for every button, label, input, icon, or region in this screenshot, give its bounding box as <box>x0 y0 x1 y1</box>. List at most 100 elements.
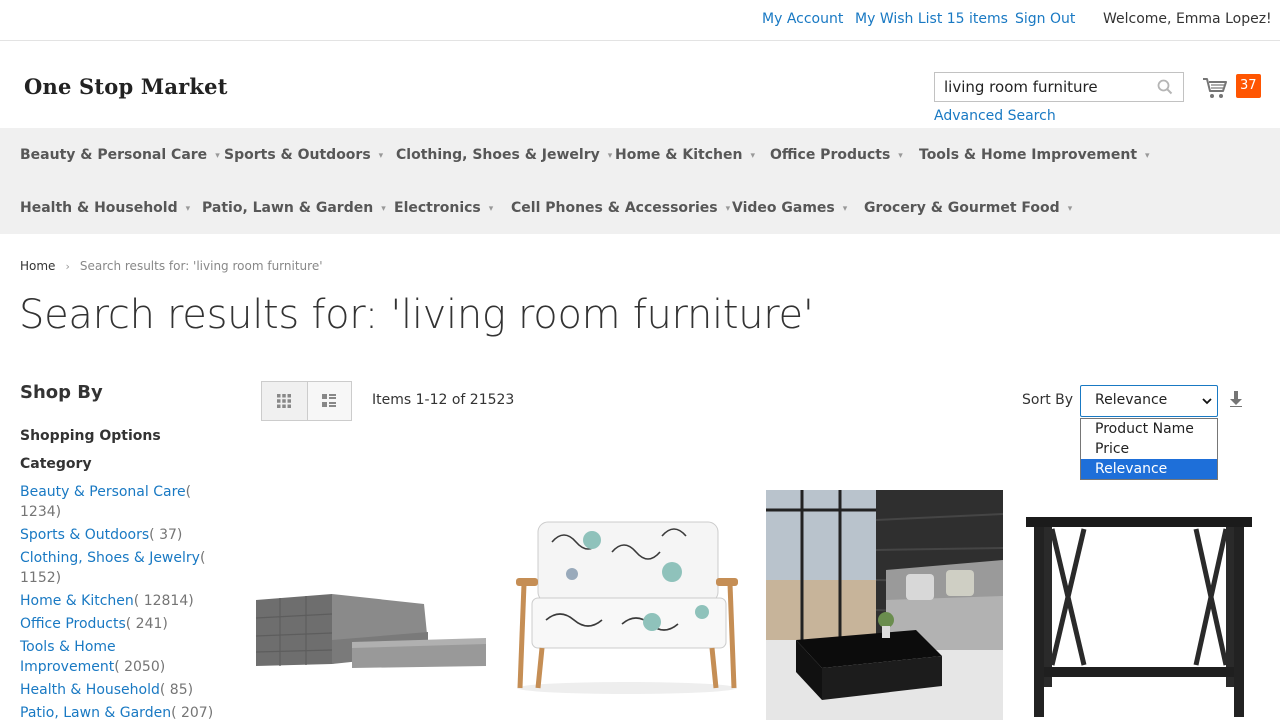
nav-item-office[interactable]: Office Products ▾ <box>770 147 903 163</box>
category-filter-list: Beauty & Personal Care( 1234) Sports & O… <box>20 482 220 720</box>
nav-label: Clothing, Shoes & Jewelry <box>396 147 600 163</box>
nav-label: Office Products <box>770 147 891 163</box>
category-filter-link[interactable]: Beauty & Personal Care <box>20 484 186 500</box>
product-image-loveseat[interactable] <box>512 512 742 696</box>
nav-label: Beauty & Personal Care <box>20 147 208 163</box>
toolbar-amount: Items 1-12 of 21523 <box>372 392 515 408</box>
sort-selected-value: Relevance <box>1095 392 1168 408</box>
nav-label: Cell Phones & Accessories <box>511 200 718 216</box>
nav-item-beauty[interactable]: Beauty & Personal Care ▾ <box>20 147 220 163</box>
chevron-down-icon: ▾ <box>215 151 220 161</box>
category-filter-item: Home & Kitchen( 12814) <box>20 591 220 611</box>
category-filter-item: Office Products( 241) <box>20 614 220 634</box>
category-filter-item: Tools & Home Improvement( 2050) <box>20 637 170 677</box>
chevron-down-icon: ▾ <box>607 151 613 161</box>
sort-option-relevance[interactable]: Relevance <box>1081 459 1217 479</box>
category-filter-link[interactable]: Health & Household <box>20 682 160 698</box>
category-filter-link[interactable]: Home & Kitchen <box>20 593 134 609</box>
breadcrumb: Home › Search results for: 'living room fu… <box>20 259 323 273</box>
chevron-down-icon: ▾ <box>1067 204 1073 214</box>
search-input[interactable] <box>935 73 1155 101</box>
product-image-coffee-table[interactable] <box>766 490 1003 720</box>
nav-item-grocery[interactable]: Grocery & Gourmet Food ▾ <box>864 200 1072 216</box>
category-filter-item: Patio, Lawn & Garden( 207) <box>20 703 220 720</box>
grid-view-button[interactable] <box>262 382 307 420</box>
category-count: ( 2050) <box>114 659 166 675</box>
nav-label: Health & Household <box>20 200 178 216</box>
sort-direction-icon[interactable] <box>1229 391 1243 407</box>
category-filter-item: Sports & Outdoors( 37) <box>20 525 220 545</box>
nav-item-video-games[interactable]: Video Games ▾ <box>732 200 847 216</box>
nav-item-patio[interactable]: Patio, Lawn & Garden ▾ <box>202 200 386 216</box>
chevron-down-icon: ▾ <box>1145 151 1150 161</box>
chevron-down-icon: ▾ <box>185 204 191 214</box>
chevron-down-icon: ▾ <box>898 151 903 161</box>
category-filter-link[interactable]: Office Products <box>20 616 126 632</box>
list-view-button[interactable] <box>306 382 351 420</box>
nav-item-sports[interactable]: Sports & Outdoors ▾ <box>224 147 383 163</box>
shop-by-title: Shop By <box>20 382 103 403</box>
grid-icon <box>277 394 292 408</box>
chevron-down-icon: ▾ <box>378 151 384 161</box>
sort-option-price[interactable]: Price <box>1081 439 1217 459</box>
welcome-message: Welcome, Emma Lopez! <box>1103 11 1272 27</box>
nav-item-home-kitchen[interactable]: Home & Kitchen ▾ <box>615 147 755 163</box>
nav-item-electronics[interactable]: Electronics ▾ <box>394 200 493 216</box>
nav-label: Electronics <box>394 200 481 216</box>
nav-label: Home & Kitchen <box>615 147 743 163</box>
category-filter-link[interactable]: Clothing, Shoes & Jewelry <box>20 550 200 566</box>
nav-item-tools[interactable]: Tools & Home Improvement ▾ <box>919 147 1150 163</box>
my-account-link[interactable]: My Account <box>762 11 843 27</box>
nav-label: Sports & Outdoors <box>224 147 371 163</box>
category-count: ( 12814) <box>133 593 194 609</box>
category-filter-item: Beauty & Personal Care( 1234) <box>20 482 220 522</box>
nav-label: Patio, Lawn & Garden <box>202 200 374 216</box>
view-mode-switch <box>261 381 352 421</box>
chevron-down-icon: ▾ <box>725 204 731 214</box>
nav-label: Video Games <box>732 200 835 216</box>
sort-options-dropdown: Product Name Price Relevance <box>1080 418 1218 480</box>
chevron-down-icon: ▾ <box>381 204 386 214</box>
category-filter-title[interactable]: Category <box>20 456 92 472</box>
category-count: ( 37) <box>149 527 183 543</box>
chevron-down-icon: ▾ <box>750 151 755 161</box>
product-image-console-table[interactable] <box>1026 515 1254 720</box>
category-filter-item: Health & Household( 85) <box>20 680 220 700</box>
page-title: Search results for: 'living room furnitu… <box>19 292 814 338</box>
nav-item-cell-phones[interactable]: Cell Phones & Accessories ▾ <box>511 200 730 216</box>
sort-by-label: Sort By <box>1022 392 1074 408</box>
category-count: ( 241) <box>125 616 168 632</box>
chevron-down-icon: ▾ <box>488 204 494 214</box>
nav-label: Tools & Home Improvement <box>919 147 1138 163</box>
category-filter-link[interactable]: Sports & Outdoors <box>20 527 149 543</box>
category-count: ( 85) <box>159 682 194 698</box>
chevron-right-icon: › <box>65 260 70 273</box>
chevron-down-icon <box>1202 398 1212 405</box>
top-bar: My Account My Wish List 15 items Sign Ou… <box>0 0 1280 41</box>
list-icon <box>322 394 337 407</box>
cart-count-badge: 37 <box>1236 74 1261 98</box>
product-image-daybed[interactable] <box>252 560 488 680</box>
breadcrumb-home[interactable]: Home <box>20 259 55 273</box>
wish-list-link[interactable]: My Wish List 15 items <box>855 11 1008 27</box>
breadcrumb-current: Search results for: 'living room furnitu… <box>79 259 323 273</box>
search-icon[interactable] <box>1157 79 1173 95</box>
nav-item-clothing[interactable]: Clothing, Shoes & Jewelry ▾ <box>396 147 612 163</box>
category-filter-link[interactable]: Tools & Home Improvement <box>20 639 116 675</box>
nav-label: Grocery & Gourmet Food <box>864 200 1060 216</box>
cart-icon[interactable] <box>1202 76 1228 100</box>
mini-cart[interactable]: 37 <box>1202 74 1262 104</box>
store-logo[interactable]: One Stop Market <box>24 74 228 99</box>
category-count: ( 207) <box>171 705 214 720</box>
advanced-search-link[interactable]: Advanced Search <box>934 108 1056 124</box>
shopping-options-title: Shopping Options <box>20 428 161 444</box>
sort-by-select[interactable]: Relevance <box>1080 385 1218 417</box>
search-box <box>934 72 1184 102</box>
nav-item-health[interactable]: Health & Household ▾ <box>20 200 190 216</box>
sign-out-link[interactable]: Sign Out <box>1015 11 1075 27</box>
category-nav: Beauty & Personal Care ▾ Sports & Outdoor… <box>0 128 1280 234</box>
sort-option-product-name[interactable]: Product Name <box>1081 419 1217 439</box>
category-filter-link[interactable]: Patio, Lawn & Garden <box>20 705 171 720</box>
chevron-down-icon: ▾ <box>842 204 848 214</box>
category-filter-item: Clothing, Shoes & Jewelry( 1152) <box>20 548 220 588</box>
